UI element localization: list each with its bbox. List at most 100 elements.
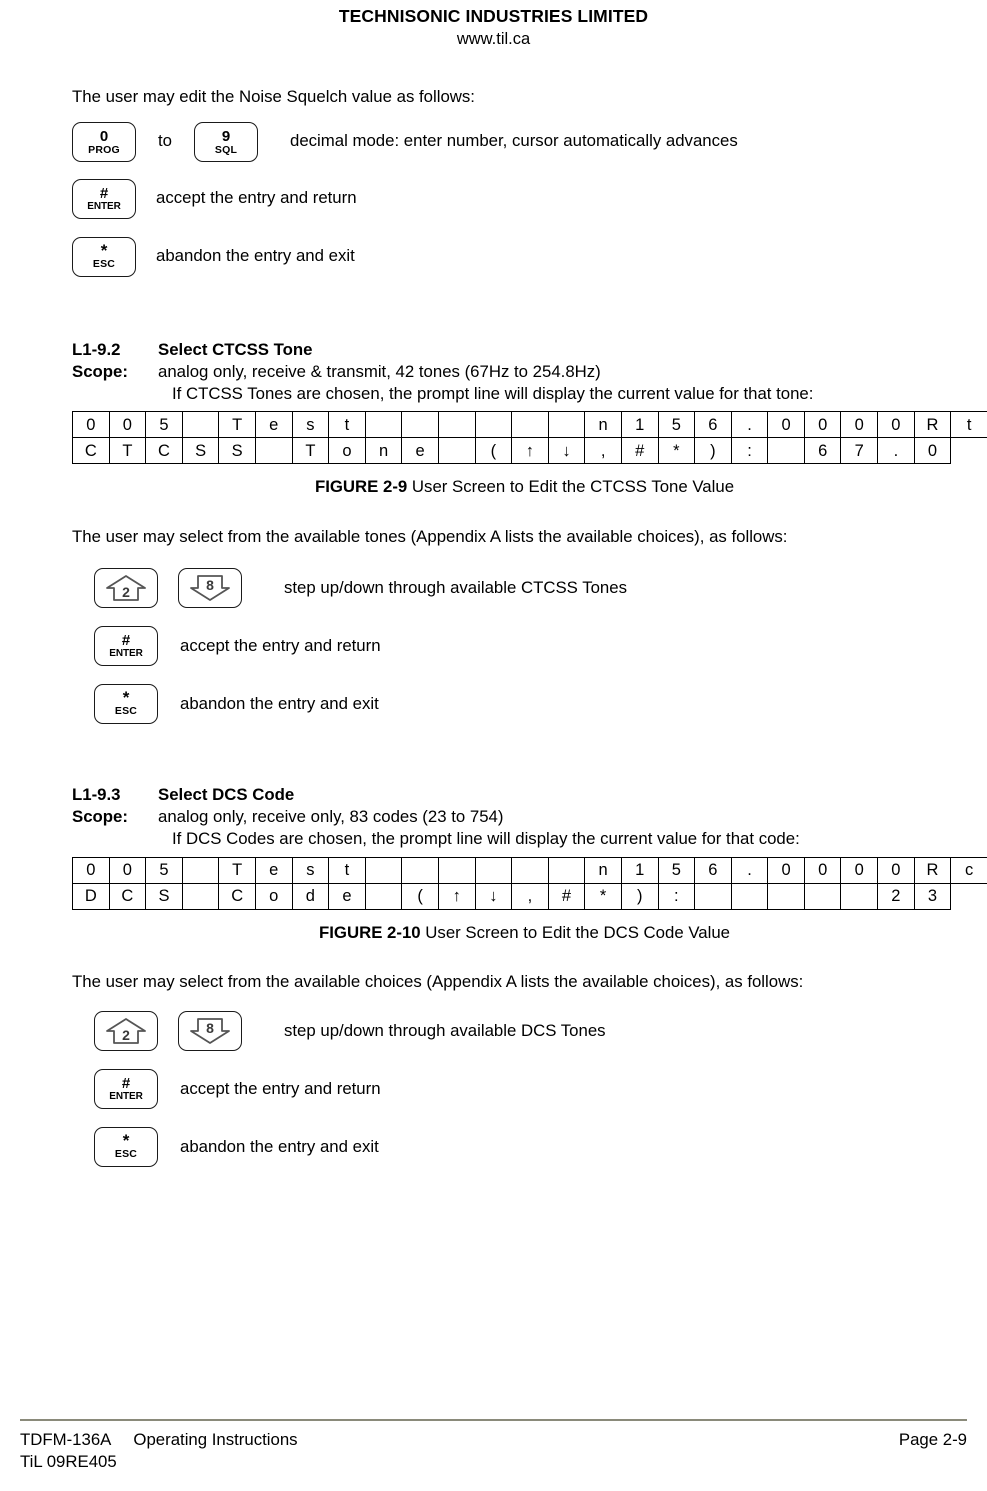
lcd-cell (511, 856, 549, 884)
lcd-cell (254, 437, 293, 465)
lcd-cell: n (584, 856, 622, 884)
lcd-cell: S (181, 437, 220, 465)
lcd-cell: ( (474, 437, 513, 465)
lcd-cell: # (547, 882, 586, 910)
section-title-dcs: Select DCS Code (158, 785, 295, 805)
lcd-cell: C (108, 882, 147, 910)
lcd-cell: 0 (803, 411, 842, 439)
lcd-cell: . (730, 411, 769, 439)
lcd-cell: t (328, 411, 366, 439)
key-hash-enter-3-bottom: ENTER (109, 1091, 143, 1103)
key-hash-enter-2-bottom: ENTER (109, 648, 143, 660)
lcd-cell: e (254, 856, 293, 884)
lcd-cell (364, 856, 403, 884)
lcd-cell: S (145, 882, 183, 910)
lcd-cell (474, 411, 513, 439)
key-2-up-arrow-dcs[interactable]: 2 (94, 1011, 158, 1052)
step-ctcss-label: step up/down through available CTCSS Ton… (284, 577, 627, 597)
lcd-cell: s (291, 411, 330, 439)
lcd-cell: T (218, 856, 256, 884)
ctcss-follow-text: The user may select from the available t… (72, 527, 788, 547)
key-hash-enter-3[interactable]: # ENTER (94, 1069, 158, 1110)
lcd-cell: * (657, 437, 696, 465)
lcd-cell: 0 (877, 411, 915, 439)
section-title-ctcss: Select CTCSS Tone (158, 339, 313, 359)
lcd-cell: 0 (108, 411, 147, 439)
figure-caption-text-2-9: User Screen to Edit the CTCSS Tone Value (407, 477, 735, 497)
key-star-esc-3[interactable]: * ESC (94, 1127, 158, 1168)
lcd-cell: # (620, 437, 659, 465)
lcd-cell: * (584, 882, 622, 910)
key-hash-enter-2[interactable]: # ENTER (94, 626, 158, 667)
figure-caption-text-2-10: User Screen to Edit the DCS Code Value (420, 922, 731, 942)
footer-left: TDFM-136A Operating Instructions TiL 09RE… (20, 1429, 298, 1473)
decimal-mode-label: decimal mode: enter number, cursor autom… (290, 131, 738, 151)
lcd-cell (474, 856, 513, 884)
lcd-cell: 0 (913, 437, 952, 465)
lcd-cell: 0 (767, 856, 805, 884)
lcd-table-ctcss: 005Testn156.0000Rt C T C S S To n e(↑ ↓, # *):6 7. 0 (72, 411, 987, 465)
lcd-cell: 5 (145, 411, 183, 439)
key-star-esc-2[interactable]: * ESC (94, 684, 158, 725)
lcd-cell: S (218, 437, 256, 465)
key-row-esc-2: * ESC abandon the entry and exit (94, 684, 977, 725)
key-hash-enter[interactable]: # ENTER (72, 178, 136, 219)
lcd-row-dcs-2: D C S Co d e(↑ ↓, # *):2 3 (72, 882, 987, 910)
key-hash-enter-top: # (99, 184, 109, 202)
lcd-cell: 0 (840, 411, 879, 439)
section-heading-dcs: L1-9.3 Select DCS Code (72, 784, 977, 806)
lcd-cell: , (584, 437, 622, 465)
document-page: TECHNISONIC INDUSTRIES LIMITED www.til.c… (0, 0, 987, 1491)
company-name: TECHNISONIC INDUSTRIES LIMITED (338, 6, 649, 26)
lcd-cell: ) (620, 882, 659, 910)
lcd-cell: 5 (145, 856, 183, 884)
key-star-esc[interactable]: * ESC (72, 236, 136, 277)
lcd-cell: 6 (694, 856, 732, 884)
key-8-down-arrow[interactable]: 8 (178, 568, 242, 609)
key-star-esc-top: * (100, 240, 108, 260)
dcs-follow-text: The user may select from the available c… (72, 972, 804, 992)
section-number-dcs: L1-9.3 (72, 785, 121, 805)
document-header: TECHNISONIC INDUSTRIES LIMITED www.til.c… (0, 0, 987, 50)
lcd-cell: 1 (620, 856, 659, 884)
key-row-esc-3: * ESC abandon the entry and exit (94, 1127, 977, 1168)
key-row-esc-1: * ESC abandon the entry and exit (72, 236, 977, 277)
lcd-cell: 0 (72, 856, 110, 884)
key-2-up-arrow[interactable]: 2 (94, 568, 158, 609)
lcd-cell (364, 411, 403, 439)
lcd-cell: . (730, 856, 769, 884)
accept-entry-label-3: accept the entry and return (180, 1078, 381, 1098)
lcd-cell: 2 (877, 882, 915, 910)
lcd-cell: t (950, 411, 987, 439)
key-8-down-arrow-dcs[interactable]: 8 (178, 1011, 242, 1052)
lcd-cell: ↓ (474, 882, 513, 910)
lcd-cell: 7 (840, 437, 879, 465)
figure-caption-2-9: FIGURE 2-9 User Screen to Edit the CTCSS… (72, 476, 977, 498)
key-0-prog[interactable]: 0 PROG (72, 121, 136, 162)
lcd-cell: C (72, 437, 110, 465)
document-content: The user may edit the Noise Squelch valu… (72, 86, 987, 1168)
lcd-cell: ↑ (437, 882, 476, 910)
lcd-cell (364, 882, 403, 910)
step-dcs-label: step up/down through available DCS Tones (284, 1020, 606, 1040)
lcd-cell: 5 (657, 411, 696, 439)
key-9-sql-bottom: SQL (214, 143, 238, 156)
key-9-sql[interactable]: 9 SQL (194, 121, 258, 162)
lcd-cell: . (877, 437, 915, 465)
lcd-row-ctcss-1: 005Testn156.0000Rt (72, 411, 987, 439)
key-2-up-arrow-digit: 2 (122, 584, 130, 601)
scope-continuation-dcs: If DCS Codes are chosen, the prompt line… (172, 828, 800, 848)
lcd-cell (437, 856, 476, 884)
figure-number-2-9: FIGURE 2-9 (314, 477, 408, 497)
lcd-cell: 3 (913, 882, 952, 910)
lcd-cell: d (291, 882, 330, 910)
lcd-cell: ( (401, 882, 439, 910)
key-row-enter-3: # ENTER accept the entry and return (94, 1069, 977, 1110)
lcd-cell (840, 882, 879, 910)
lcd-cell: 6 (694, 411, 732, 439)
scope-line-ctcss: Scope: analog only, receive & transmit, … (72, 361, 977, 383)
key-row-enter-1: # ENTER accept the entry and return (72, 178, 977, 219)
key-8-down-arrow-dcs-digit: 8 (206, 1020, 214, 1037)
lcd-cell: n (364, 437, 403, 465)
scope-line-dcs: Scope: analog only, receive only, 83 cod… (72, 806, 977, 828)
